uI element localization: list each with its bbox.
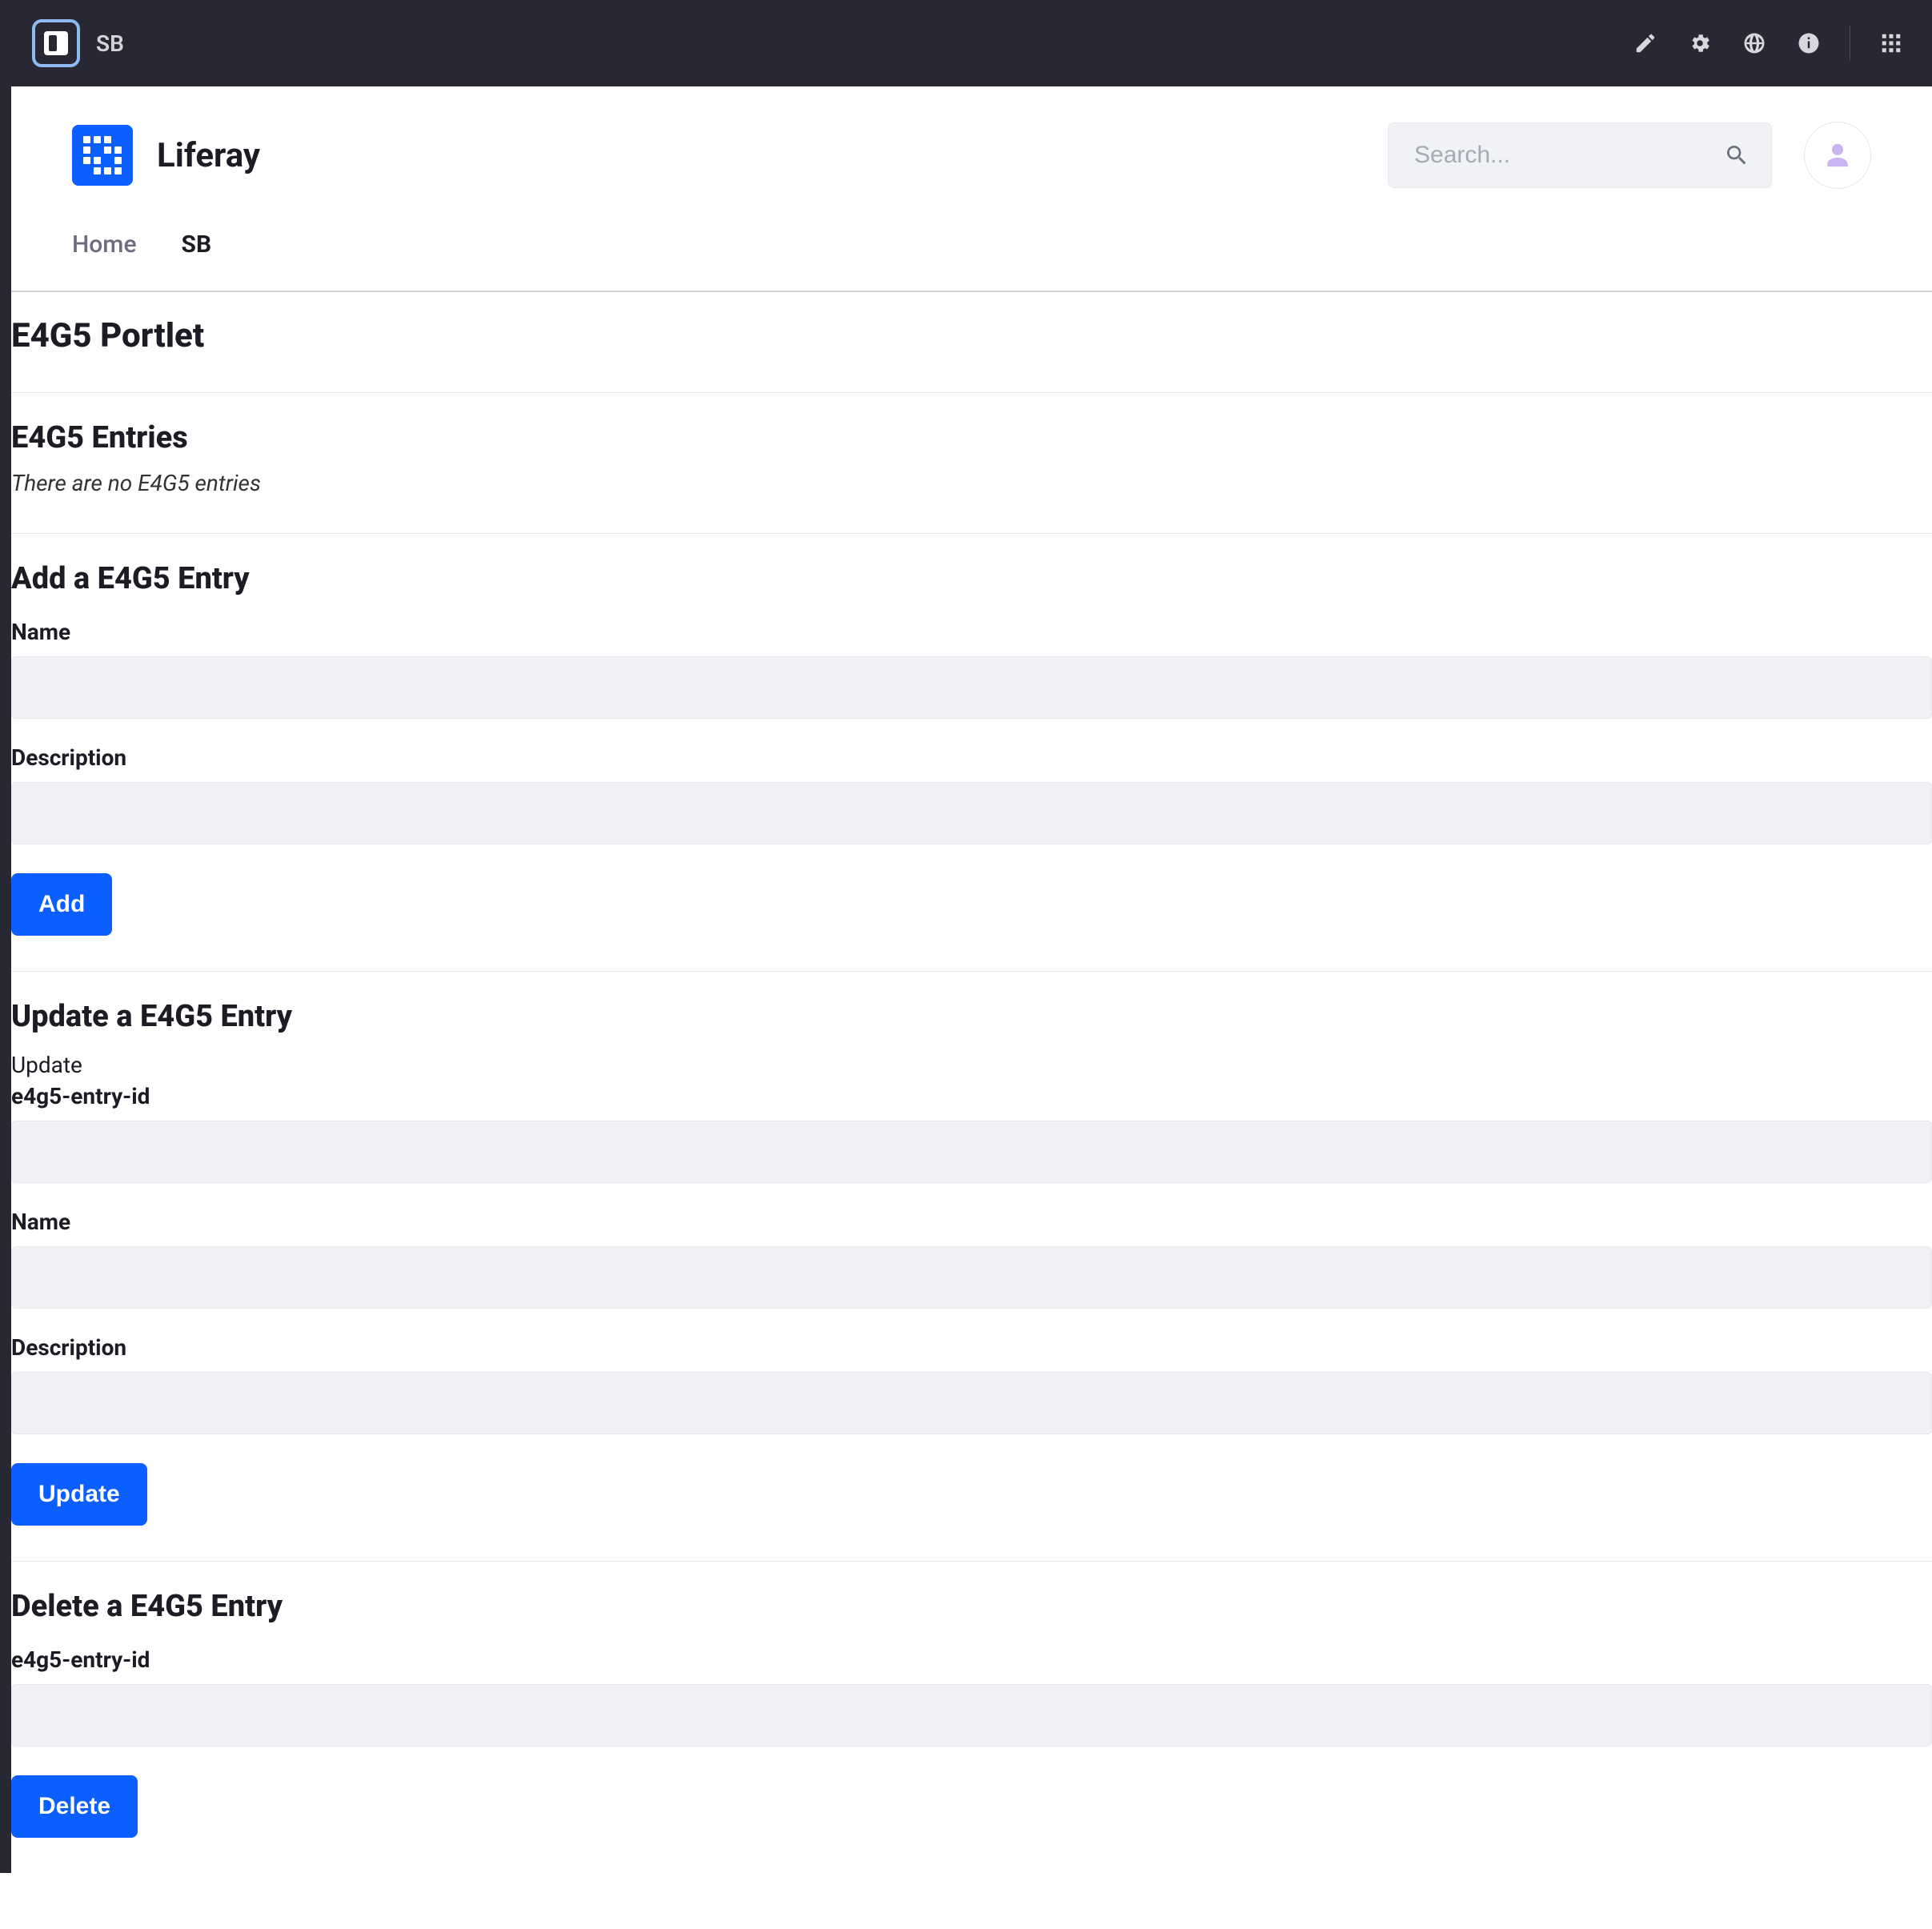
brand[interactable]: Liferay xyxy=(72,125,260,186)
add-name-label: Name xyxy=(11,603,1932,648)
update-desc-label: Description xyxy=(11,1318,1932,1364)
update-entry-section: Update a E4G5 Entry Update e4g5-entry-id… xyxy=(11,971,1932,1561)
brand-title: Liferay xyxy=(157,136,260,175)
admin-bar: SB xyxy=(0,0,1932,86)
update-name-input[interactable] xyxy=(11,1246,1932,1309)
add-entry-section: Add a E4G5 Entry Name Description Add xyxy=(11,533,1932,971)
panel-icon xyxy=(44,31,68,55)
update-button[interactable]: Update xyxy=(11,1463,147,1526)
delete-id-input[interactable] xyxy=(11,1684,1932,1747)
portlet-section: E4G5 Portlet xyxy=(11,291,1932,392)
update-sublabel: Update xyxy=(11,1041,1932,1081)
brand-logo-icon xyxy=(72,125,133,186)
site-header: Liferay xyxy=(11,86,1932,205)
header-right xyxy=(1388,122,1871,189)
entries-empty-message: There are no E4G5 entries xyxy=(11,462,1932,514)
add-desc-input[interactable] xyxy=(11,782,1932,844)
delete-entry-section: Delete a E4G5 Entry e4g5-entry-id Delete xyxy=(11,1561,1932,1873)
delete-button[interactable]: Delete xyxy=(11,1775,138,1838)
apps-grid-icon[interactable] xyxy=(1878,30,1905,57)
add-heading: Add a E4G5 Entry xyxy=(11,550,1932,603)
add-name-input[interactable] xyxy=(11,656,1932,719)
add-button[interactable]: Add xyxy=(11,873,112,936)
update-id-label: e4g5-entry-id xyxy=(11,1081,1932,1113)
user-avatar[interactable] xyxy=(1804,122,1871,189)
globe-icon[interactable] xyxy=(1741,30,1768,57)
user-icon xyxy=(1824,142,1851,169)
search-input[interactable] xyxy=(1388,122,1772,188)
delete-heading: Delete a E4G5 Entry xyxy=(11,1578,1932,1630)
update-desc-input[interactable] xyxy=(11,1372,1932,1434)
update-name-label: Name xyxy=(11,1193,1932,1238)
nav-item-home[interactable]: Home xyxy=(72,231,137,259)
site-nav: Home SB xyxy=(11,205,1932,291)
update-heading: Update a E4G5 Entry xyxy=(11,988,1932,1041)
entries-heading: E4G5 Entries xyxy=(11,409,1932,462)
product-menu-toggle[interactable] xyxy=(32,19,80,67)
gear-icon[interactable] xyxy=(1686,30,1714,57)
nav-item-sb[interactable]: SB xyxy=(182,231,212,259)
admin-bar-right xyxy=(1632,26,1905,61)
edit-icon[interactable] xyxy=(1632,30,1659,57)
admin-bar-left: SB xyxy=(32,19,124,67)
info-icon[interactable] xyxy=(1795,30,1822,57)
update-id-input[interactable] xyxy=(11,1121,1932,1183)
add-desc-label: Description xyxy=(11,728,1932,774)
search-wrap xyxy=(1388,122,1772,188)
entries-section: E4G5 Entries There are no E4G5 entries xyxy=(11,392,1932,533)
search-icon[interactable] xyxy=(1724,142,1750,168)
delete-id-label: e4g5-entry-id xyxy=(11,1630,1932,1676)
admin-page-label: SB xyxy=(96,30,124,57)
portlet-title: E4G5 Portlet xyxy=(11,308,1932,373)
